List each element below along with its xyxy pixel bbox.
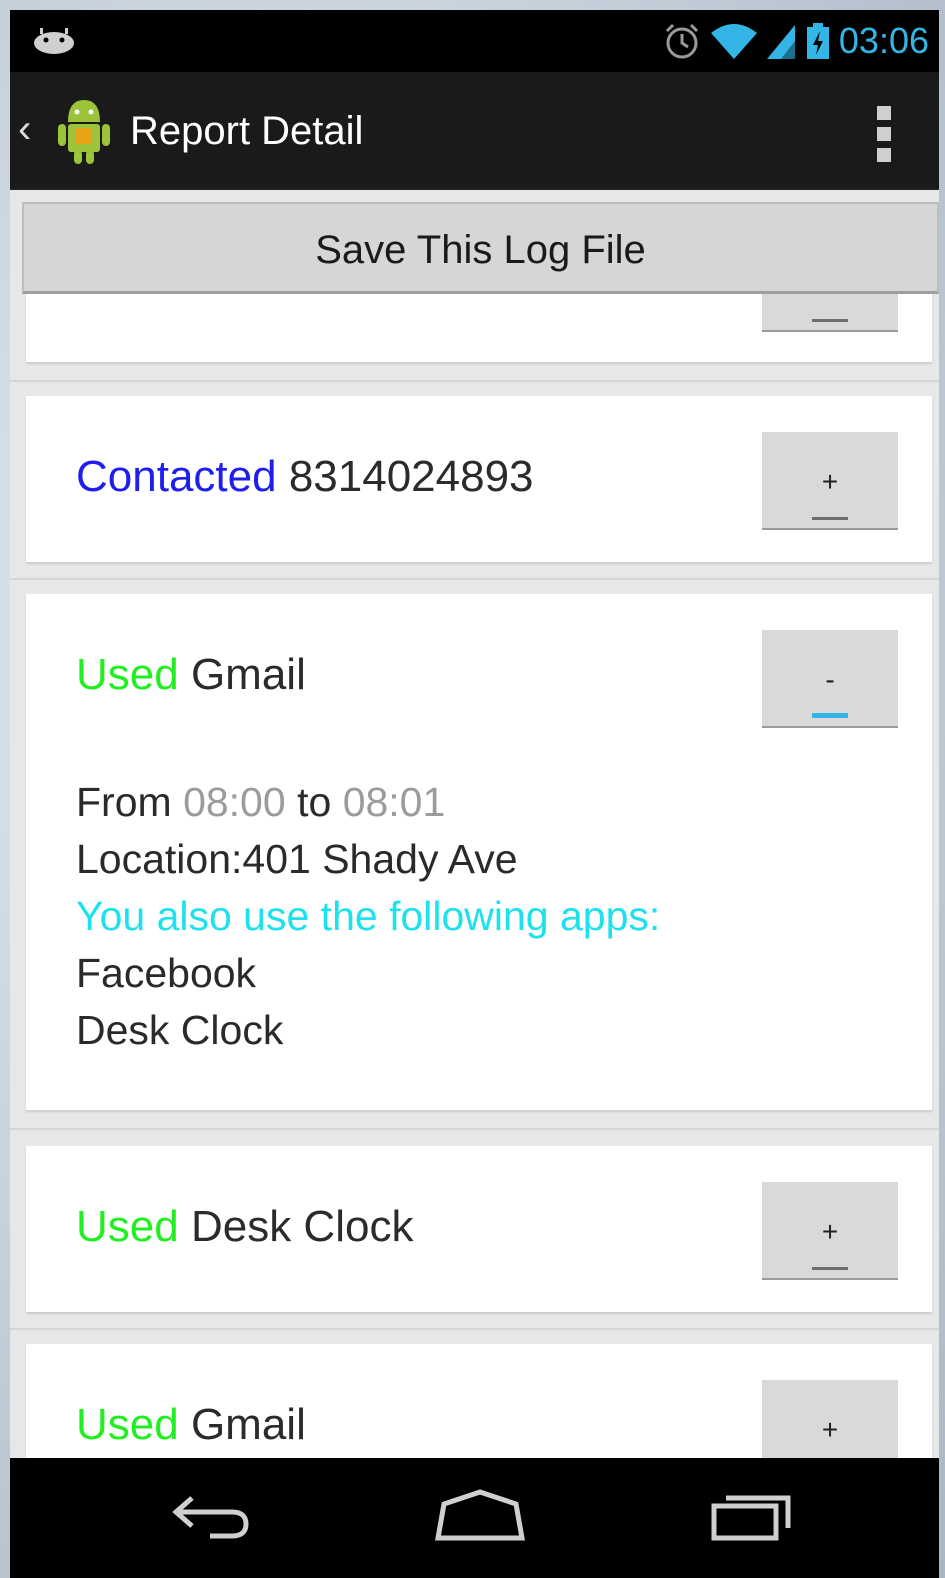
status-time: 03:06 bbox=[838, 20, 929, 61]
expand-button[interactable]: + bbox=[762, 432, 898, 530]
divider bbox=[10, 578, 939, 580]
app-item: Desk Clock bbox=[76, 1007, 284, 1053]
alarm-icon bbox=[665, 23, 698, 59]
entry-verb: Used bbox=[76, 1400, 179, 1449]
cell-signal-icon bbox=[766, 25, 795, 59]
entry-verb: Used bbox=[76, 1202, 179, 1251]
navigation-bar bbox=[10, 1458, 939, 1578]
phone-screen: 03:06 ‹ Report Detail Contacted 83140248… bbox=[10, 10, 939, 1578]
status-icons: 03:06 bbox=[663, 18, 929, 64]
wifi-icon bbox=[710, 24, 757, 59]
chevron-left-icon[interactable]: ‹ bbox=[18, 104, 31, 154]
entry-title: Used Desk Clock bbox=[76, 1202, 413, 1252]
location-text: Location:401 Shady Ave bbox=[76, 836, 518, 882]
divider bbox=[10, 380, 939, 382]
entry-subject: 8314024893 bbox=[288, 452, 534, 501]
expand-button[interactable]: + bbox=[762, 1182, 898, 1280]
divider bbox=[10, 1328, 939, 1330]
back-icon[interactable] bbox=[160, 1484, 260, 1544]
entry-title: Contacted 8314024893 bbox=[76, 452, 534, 502]
home-icon[interactable] bbox=[430, 1484, 530, 1544]
entry-title: Used Gmail bbox=[76, 650, 306, 700]
time-range: From 08:00 to 08:01 bbox=[76, 779, 446, 825]
battery-charging-icon bbox=[806, 23, 829, 59]
entry-subject: Gmail bbox=[190, 650, 306, 699]
list-item-expanded: Used Gmail - From 08:00 to 08:01 Locatio… bbox=[26, 594, 932, 1110]
collapse-button[interactable]: - bbox=[762, 630, 898, 728]
list-item: Used Desk Clock + bbox=[26, 1146, 932, 1312]
save-log-button[interactable]: Save This Log File bbox=[22, 202, 939, 294]
apps-header: You also use the following apps: bbox=[76, 893, 661, 939]
entry-subject: Desk Clock bbox=[190, 1202, 414, 1251]
entry-title: Used Gmail bbox=[76, 1400, 306, 1450]
android-app-icon[interactable] bbox=[54, 94, 114, 166]
action-bar: ‹ Report Detail bbox=[10, 72, 939, 190]
app-item: Facebook bbox=[76, 950, 257, 996]
entry-verb: Contacted bbox=[76, 452, 277, 501]
status-bar: 03:06 bbox=[10, 10, 939, 72]
entry-subject: Gmail bbox=[190, 1400, 306, 1449]
report-list[interactable]: Contacted 8314024893 + Used Gmail - From bbox=[10, 190, 939, 1458]
recent-apps-icon[interactable] bbox=[700, 1484, 800, 1544]
list-item bbox=[26, 230, 932, 362]
list-item: Contacted 8314024893 + bbox=[26, 396, 932, 562]
overflow-menu-icon[interactable] bbox=[877, 106, 893, 162]
list-item: Used Gmail + bbox=[26, 1344, 932, 1458]
divider bbox=[10, 1128, 939, 1130]
expand-button[interactable]: + bbox=[762, 1380, 898, 1458]
page-title: Report Detail bbox=[130, 109, 364, 153]
entry-details: From 08:00 to 08:01 Location:401 Shady A… bbox=[76, 774, 660, 1059]
entry-verb: Used bbox=[76, 650, 179, 699]
android-notification-icon bbox=[34, 28, 74, 54]
